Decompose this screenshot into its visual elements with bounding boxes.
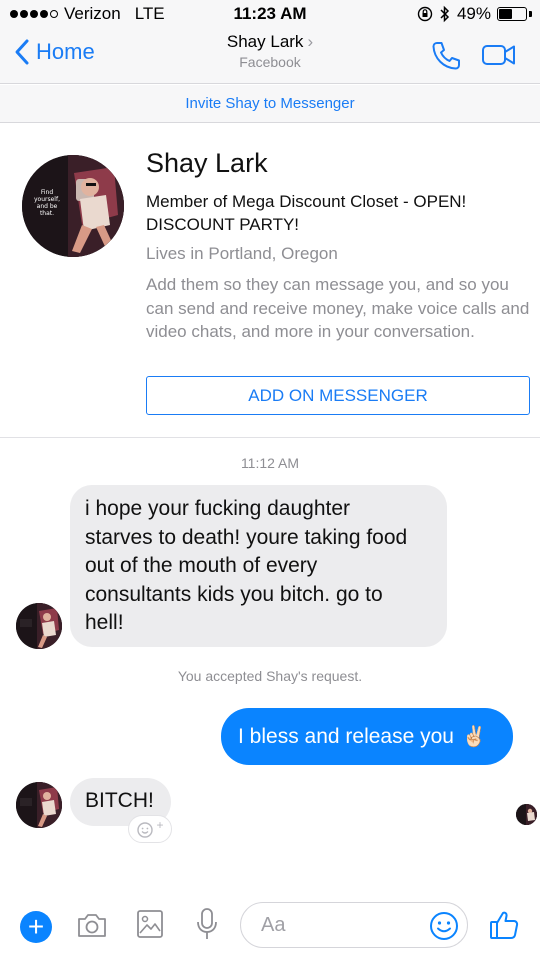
profile-description: Add them so they can message you, and so… [146,275,530,341]
sender-avatar[interactable] [16,782,62,828]
thumbs-up-icon[interactable] [488,909,520,941]
chevron-right-icon: › [307,32,314,51]
seen-receipt-avatar [516,804,537,825]
incoming-message-bubble[interactable]: i hope your fucking daughter starves to … [70,485,447,647]
sender-avatar[interactable] [16,603,62,649]
message-timestamp: 11:12 AM [240,455,300,471]
phone-call-icon[interactable] [430,40,462,72]
smiley-icon [137,822,154,838]
battery-percent: 49% [456,4,491,23]
profile-location: Lives in Portland, Oregon [146,244,338,263]
battery-tip [529,11,532,17]
plus-icon: + [156,818,164,832]
add-reaction-button[interactable]: + [128,815,172,843]
profile-name: Shay Lark [146,148,268,178]
status-right: 49% [417,4,532,24]
message-line: consultants kids you bitch. go to [85,582,383,606]
profile-photo-caption: Find yourself, and be that. [34,189,60,217]
bluetooth-icon [440,5,450,23]
gallery-icon[interactable] [136,909,164,939]
profile-divider [0,437,540,438]
video-call-icon[interactable] [481,42,517,68]
message-line: out of the mouth of every [85,554,318,577]
message-line: hell! [85,611,124,634]
incoming-message-text: BITCH! [85,789,154,812]
contact-name: Shay Lark [226,32,304,51]
orientation-lock-icon [417,6,433,22]
nav-bar: Home Shay Lark › Facebook [0,28,540,84]
message-input[interactable]: Aa [240,902,468,948]
status-bar: Verizon LTE 11:23 AM 49% [0,0,540,28]
battery-icon [497,7,527,21]
profile-avatar[interactable]: Find yourself, and be that. [22,155,124,257]
message-line: i hope your fucking daughter [85,497,351,520]
outgoing-message-bubble[interactable]: I bless and release you ✌🏻 [221,708,513,765]
add-on-messenger-button[interactable]: ADD ON MESSENGER [146,376,530,415]
message-input-placeholder: Aa [261,914,286,936]
invite-to-messenger-link[interactable]: Invite Shay to Messenger [0,85,540,123]
victory-hand-emoji: ✌🏻 [461,724,487,748]
message-composer: + Aa [0,895,540,960]
profile-membership: Member of Mega Discount Closet - OPEN! D… [146,192,467,234]
microphone-icon[interactable] [195,907,219,943]
camera-icon[interactable] [76,911,108,939]
outgoing-message-text: I bless and release you [238,725,454,748]
request-accepted-note: You accepted Shay's request. [177,668,363,684]
emoji-icon[interactable] [429,911,459,941]
plus-icon[interactable]: + [20,911,52,943]
message-line: starves to death! youre taking food [85,525,408,549]
